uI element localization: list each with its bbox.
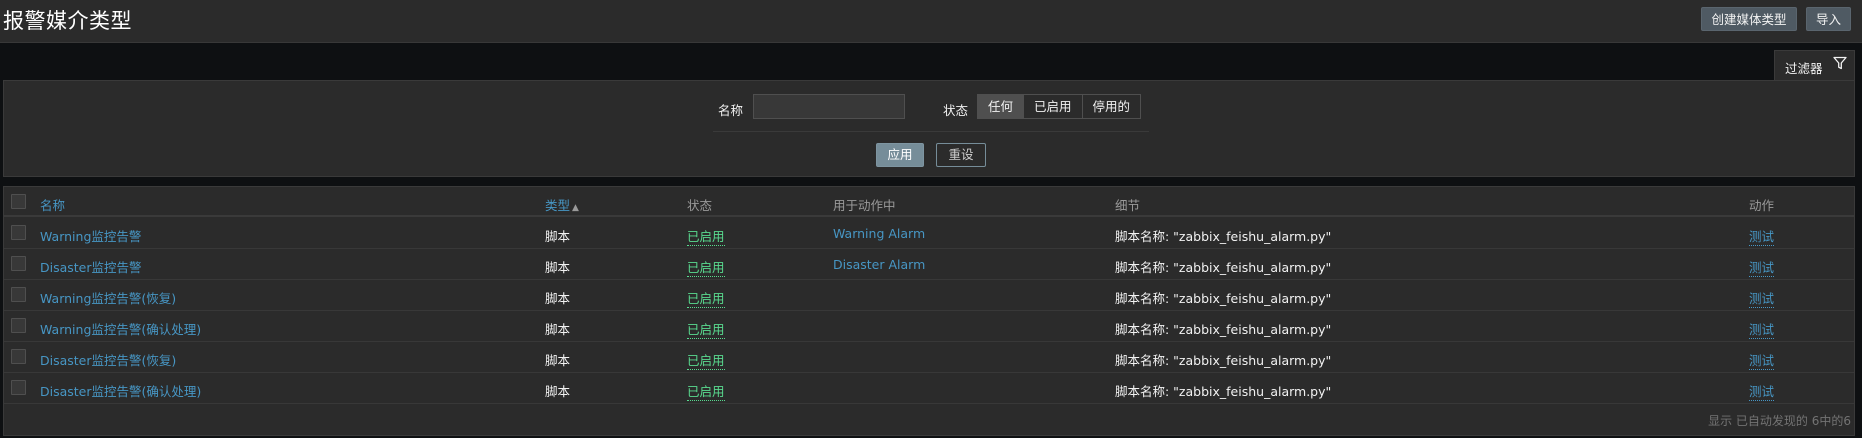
column-header-action: 动作 [1749, 198, 1775, 213]
media-type-type: 脚本 [545, 322, 571, 337]
media-type-name-link[interactable]: Disaster监控告警(确认处理) [40, 381, 201, 400]
test-link[interactable]: 测试 [1749, 288, 1775, 308]
row-checkbox[interactable] [11, 349, 26, 364]
status-toggle[interactable]: 已启用 [687, 226, 725, 246]
media-type-name-link[interactable]: Disaster监控告警 [40, 257, 142, 276]
status-toggle[interactable]: 已启用 [687, 350, 725, 370]
filter-panel: 名称 状态 任何 已启用 停用的 应用 重设 [3, 80, 1855, 177]
details-text: 脚本名称: "zabbix_feishu_alarm.py" [1115, 322, 1332, 337]
action-link[interactable]: Disaster Alarm [833, 257, 925, 272]
test-link[interactable]: 测试 [1749, 257, 1775, 277]
table-row: Disaster监控告警(恢复) 脚本 已启用 脚本名称: "zabbix_fe… [4, 342, 1854, 373]
page-title: 报警媒介类型 [3, 9, 132, 33]
details-text: 脚本名称: "zabbix_feishu_alarm.py" [1115, 291, 1332, 306]
filter-status-label: 状态 [943, 103, 969, 118]
table-row: Warning监控告警 脚本 已启用 Warning Alarm 脚本名称: "… [4, 218, 1854, 249]
filter-divider [713, 131, 1149, 132]
status-toggle[interactable]: 已启用 [687, 319, 725, 339]
media-type-type: 脚本 [545, 384, 571, 399]
reset-button[interactable]: 重设 [936, 143, 986, 167]
action-link[interactable]: Warning Alarm [833, 226, 925, 241]
media-type-name-link[interactable]: Disaster监控告警(恢复) [40, 350, 176, 369]
table-header: 名称 类型 ▲ 状态 用于动作中 细节 动作 [4, 187, 1854, 217]
row-checkbox[interactable] [11, 318, 26, 333]
media-type-type: 脚本 [545, 260, 571, 275]
details-text: 脚本名称: "zabbix_feishu_alarm.py" [1115, 384, 1332, 399]
table-row: Disaster监控告警(确认处理) 脚本 已启用 脚本名称: "zabbix_… [4, 373, 1854, 404]
page-header: 报警媒介类型 创建媒体类型 导入 [0, 0, 1862, 43]
media-type-type: 脚本 [545, 291, 571, 306]
test-link[interactable]: 测试 [1749, 226, 1775, 246]
status-toggle[interactable]: 已启用 [687, 381, 725, 401]
details-text: 脚本名称: "zabbix_feishu_alarm.py" [1115, 353, 1332, 368]
column-header-details: 细节 [1115, 198, 1141, 213]
column-header-type[interactable]: 类型 ▲ [545, 195, 579, 214]
apply-button[interactable]: 应用 [876, 143, 924, 167]
import-button[interactable]: 导入 [1806, 7, 1851, 31]
column-header-used-in-actions: 用于动作中 [833, 198, 896, 213]
details-text: 脚本名称: "zabbix_feishu_alarm.py" [1115, 260, 1332, 275]
media-type-type: 脚本 [545, 353, 571, 368]
status-toggle[interactable]: 已启用 [687, 288, 725, 308]
media-type-name-link[interactable]: Warning监控告警(恢复) [40, 288, 176, 307]
status-option-disabled[interactable]: 停用的 [1082, 95, 1141, 118]
test-link[interactable]: 测试 [1749, 319, 1775, 339]
filter-name-input[interactable] [753, 94, 905, 119]
table-footer-count: 显示 已自动发现的 6中的6 [1708, 414, 1851, 428]
media-type-type: 脚本 [545, 229, 571, 244]
select-all-checkbox[interactable] [11, 194, 26, 209]
table-row: Warning监控告警(确认处理) 脚本 已启用 脚本名称: "zabbix_f… [4, 311, 1854, 342]
create-media-type-button[interactable]: 创建媒体类型 [1701, 7, 1797, 31]
status-radio-group: 任何 已启用 停用的 [977, 94, 1142, 119]
column-header-name[interactable]: 名称 [40, 195, 65, 214]
filter-icon [1833, 56, 1847, 73]
status-option-any[interactable]: 任何 [978, 95, 1025, 118]
table-row: Disaster监控告警 脚本 已启用 Disaster Alarm 脚本名称:… [4, 249, 1854, 280]
media-types-table: 名称 类型 ▲ 状态 用于动作中 细节 动作 Warning监控告警 脚本 已启用… [3, 186, 1855, 436]
column-header-status: 状态 [687, 198, 713, 213]
column-header-type-label: 类型 [545, 198, 571, 213]
status-toggle[interactable]: 已启用 [687, 257, 725, 277]
sort-ascending-icon: ▲ [572, 203, 579, 213]
row-checkbox[interactable] [11, 380, 26, 395]
table-row: Warning监控告警(恢复) 脚本 已启用 脚本名称: "zabbix_fei… [4, 280, 1854, 311]
row-checkbox[interactable] [11, 287, 26, 302]
test-link[interactable]: 测试 [1749, 381, 1775, 401]
media-type-name-link[interactable]: Warning监控告警 [40, 226, 141, 245]
media-type-name-link[interactable]: Warning监控告警(确认处理) [40, 319, 201, 338]
test-link[interactable]: 测试 [1749, 350, 1775, 370]
filter-tab[interactable]: 过滤器 [1774, 50, 1855, 81]
details-text: 脚本名称: "zabbix_feishu_alarm.py" [1115, 229, 1332, 244]
filter-name-label: 名称 [718, 103, 744, 118]
row-checkbox[interactable] [11, 256, 26, 271]
row-checkbox[interactable] [11, 225, 26, 240]
filter-tab-label: 过滤器 [1785, 61, 1823, 76]
status-option-enabled[interactable]: 已启用 [1024, 95, 1083, 118]
